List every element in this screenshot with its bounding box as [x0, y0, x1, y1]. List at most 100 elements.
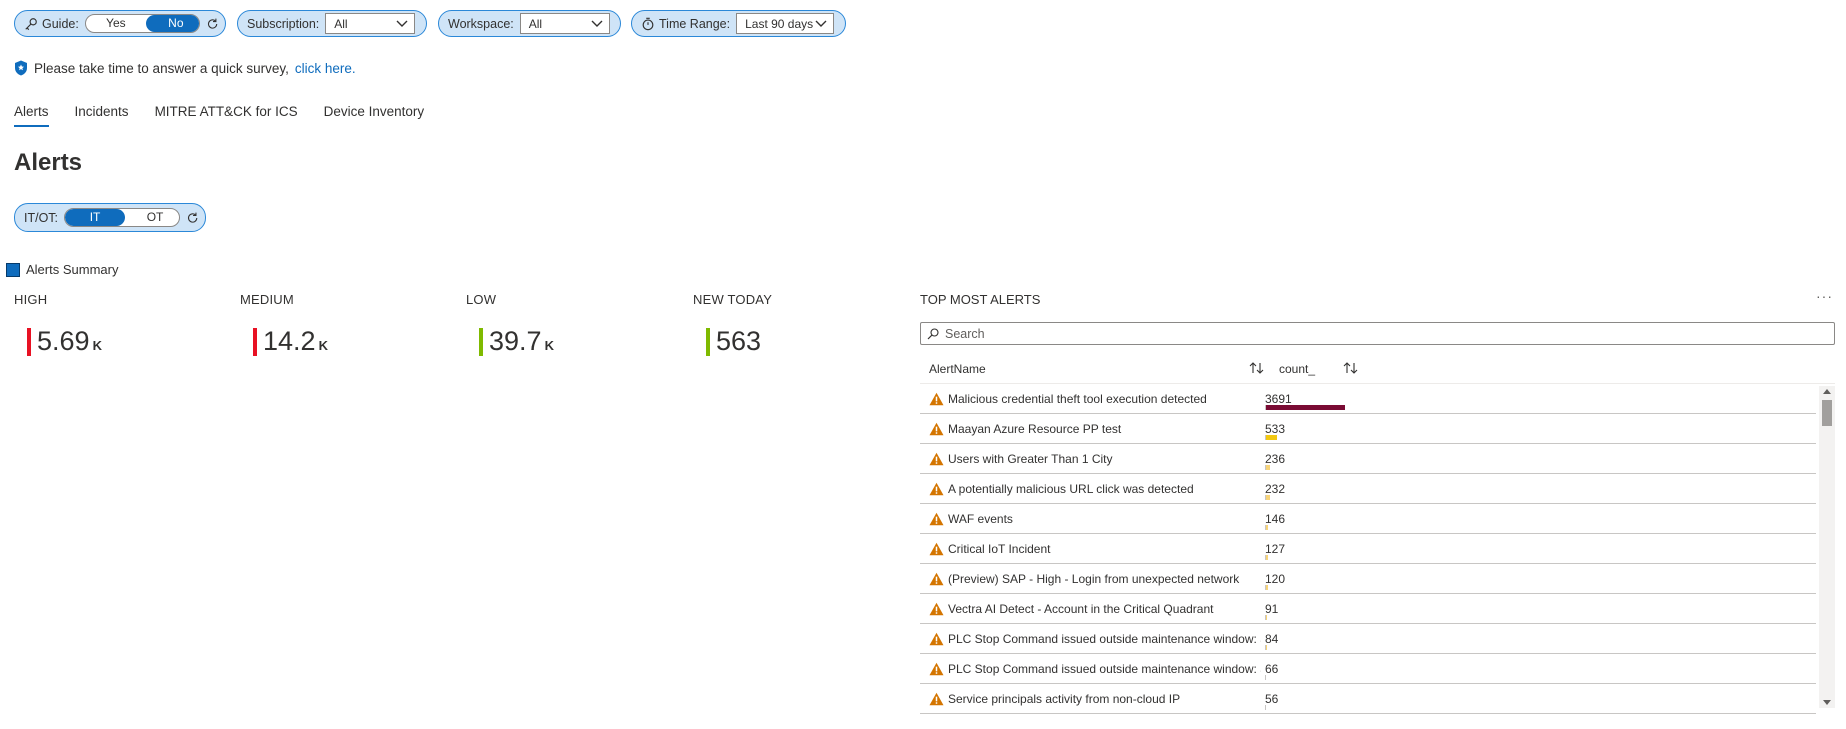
table-row[interactable]: Users with Greater Than 1 City 236	[920, 444, 1816, 474]
count-cell: 66	[1261, 654, 1816, 683]
count-bar	[1265, 705, 1266, 710]
search-input[interactable]	[945, 326, 1825, 341]
itot-toggle: IT OT	[64, 208, 180, 227]
grid-header: AlertName count_	[920, 354, 1835, 384]
guide-label: Guide:	[42, 16, 79, 31]
count-bar	[1265, 495, 1270, 500]
severity-bar	[706, 328, 710, 356]
alert-name-cell: Critical IoT Incident	[920, 534, 1261, 563]
table-row[interactable]: Critical IoT Incident 127	[920, 534, 1816, 564]
warning-icon	[929, 632, 944, 645]
alerts-summary-title: Alerts Summary	[26, 262, 119, 277]
refresh-icon[interactable]	[186, 211, 199, 225]
table-row[interactable]: PLC Stop Command issued outside maintena…	[920, 624, 1816, 654]
guide-yes-option[interactable]: Yes	[86, 15, 146, 32]
tab-mitre[interactable]: MITRE ATT&CK for ICS	[155, 104, 298, 127]
count-bar	[1265, 555, 1268, 560]
chevron-down-icon	[591, 20, 603, 27]
survey-text: Please take time to answer a quick surve…	[34, 60, 289, 76]
alert-name-cell: PLC Stop Command issued outside maintena…	[920, 624, 1261, 653]
warning-icon	[929, 572, 944, 585]
table-row[interactable]: A potentially malicious URL click was de…	[920, 474, 1816, 504]
count-value: 236	[1265, 452, 1286, 466]
more-options-icon[interactable]: ···	[1816, 288, 1833, 304]
workspace-select[interactable]: All	[519, 13, 610, 34]
alert-name-cell: Malicious credential theft tool executio…	[920, 384, 1261, 413]
survey-banner: Please take time to answer a quick surve…	[14, 60, 356, 76]
alert-name: Vectra AI Detect - Account in the Critic…	[948, 601, 1214, 616]
column-label: AlertName	[929, 361, 986, 376]
time-range-select[interactable]: Last 90 days	[736, 13, 835, 34]
top-alerts-title: TOP MOST ALERTS	[920, 292, 1041, 307]
count-value: 56	[1265, 692, 1279, 706]
alert-name-cell: WAF events	[920, 504, 1261, 533]
sort-icon	[1343, 361, 1358, 374]
warning-icon	[929, 602, 944, 615]
count-bar	[1265, 405, 1345, 410]
alert-name-cell: Service principals activity from non-clo…	[920, 684, 1261, 713]
alerts-summary-toggle[interactable]: Alerts Summary	[6, 262, 118, 277]
guide-param: Guide: Yes No	[14, 10, 226, 37]
count-value: 127	[1265, 542, 1286, 556]
column-header-count[interactable]: count_	[1275, 362, 1365, 376]
table-row[interactable]: PLC Stop Command issued outside maintena…	[920, 654, 1816, 684]
count-bar	[1265, 645, 1267, 650]
alert-name-cell: A potentially malicious URL click was de…	[920, 474, 1261, 503]
warning-icon	[929, 452, 944, 465]
alert-name-cell: Vectra AI Detect - Account in the Critic…	[920, 594, 1261, 623]
alert-name-cell: Maayan Azure Resource PP test	[920, 414, 1261, 443]
search-icon	[927, 327, 939, 339]
refresh-icon[interactable]	[206, 17, 219, 31]
time-range-param: Time Range: Last 90 days	[631, 10, 846, 37]
subscription-value: All	[334, 16, 348, 31]
count-value: 533	[1265, 422, 1286, 436]
tile-label: MEDIUM	[240, 292, 294, 307]
tab-incidents[interactable]: Incidents	[75, 104, 129, 127]
table-row[interactable]: Maayan Azure Resource PP test 533	[920, 414, 1816, 444]
alert-name-cell: Users with Greater Than 1 City	[920, 444, 1261, 473]
vertical-scrollbar[interactable]	[1819, 386, 1835, 708]
guide-no-option[interactable]: No	[145, 15, 199, 32]
count-value: 91	[1265, 602, 1279, 616]
table-row[interactable]: WAF events 146	[920, 504, 1816, 534]
warning-icon	[929, 392, 944, 405]
tile-high: HIGH 5.69 K	[14, 292, 102, 357]
alert-name: Critical IoT Incident	[948, 541, 1051, 556]
warning-icon	[929, 662, 944, 675]
tab-device-inventory[interactable]: Device Inventory	[324, 104, 425, 127]
alert-name: (Preview) SAP - High - Login from unexpe…	[948, 571, 1240, 586]
scroll-up-icon[interactable]	[1823, 389, 1831, 394]
scroll-thumb[interactable]	[1822, 400, 1832, 426]
itot-param: IT/OT: IT OT	[14, 203, 206, 232]
count-cell: 127	[1261, 534, 1816, 563]
warning-icon	[929, 482, 944, 495]
alert-name-cell: PLC Stop Command issued outside maintena…	[920, 654, 1261, 683]
subscription-select[interactable]: All	[325, 13, 416, 34]
column-header-alertname[interactable]: AlertName	[920, 362, 1275, 376]
warning-icon	[929, 422, 944, 435]
search-box	[920, 322, 1835, 345]
count-cell: 533	[1261, 414, 1816, 443]
itot-label: IT/OT:	[24, 210, 59, 225]
tile-unit: K	[544, 338, 554, 353]
count-cell: 84	[1261, 624, 1816, 653]
table-row[interactable]: Service principals activity from non-clo…	[920, 684, 1816, 714]
alert-name: A potentially malicious URL click was de…	[948, 481, 1194, 496]
count-cell: 56	[1261, 684, 1816, 713]
count-bar	[1265, 435, 1277, 440]
chevron-down-icon	[396, 20, 408, 27]
itot-it-option[interactable]: IT	[65, 209, 126, 226]
itot-ot-option[interactable]: OT	[125, 209, 179, 226]
tab-alerts[interactable]: Alerts	[14, 104, 49, 127]
workspace-value: All	[528, 16, 543, 31]
alert-name: Malicious credential theft tool executio…	[948, 391, 1207, 406]
table-row[interactable]: Malicious credential theft tool executio…	[920, 384, 1816, 414]
subscription-label: Subscription:	[247, 16, 320, 31]
survey-link[interactable]: click here.	[295, 61, 356, 76]
severity-bar	[253, 328, 257, 356]
subscription-param: Subscription: All	[237, 10, 427, 37]
scroll-down-icon[interactable]	[1823, 700, 1831, 705]
tab-bar: Alerts Incidents MITRE ATT&CK for ICS De…	[14, 104, 424, 127]
table-row[interactable]: Vectra AI Detect - Account in the Critic…	[920, 594, 1816, 624]
table-row[interactable]: (Preview) SAP - High - Login from unexpe…	[920, 564, 1816, 594]
